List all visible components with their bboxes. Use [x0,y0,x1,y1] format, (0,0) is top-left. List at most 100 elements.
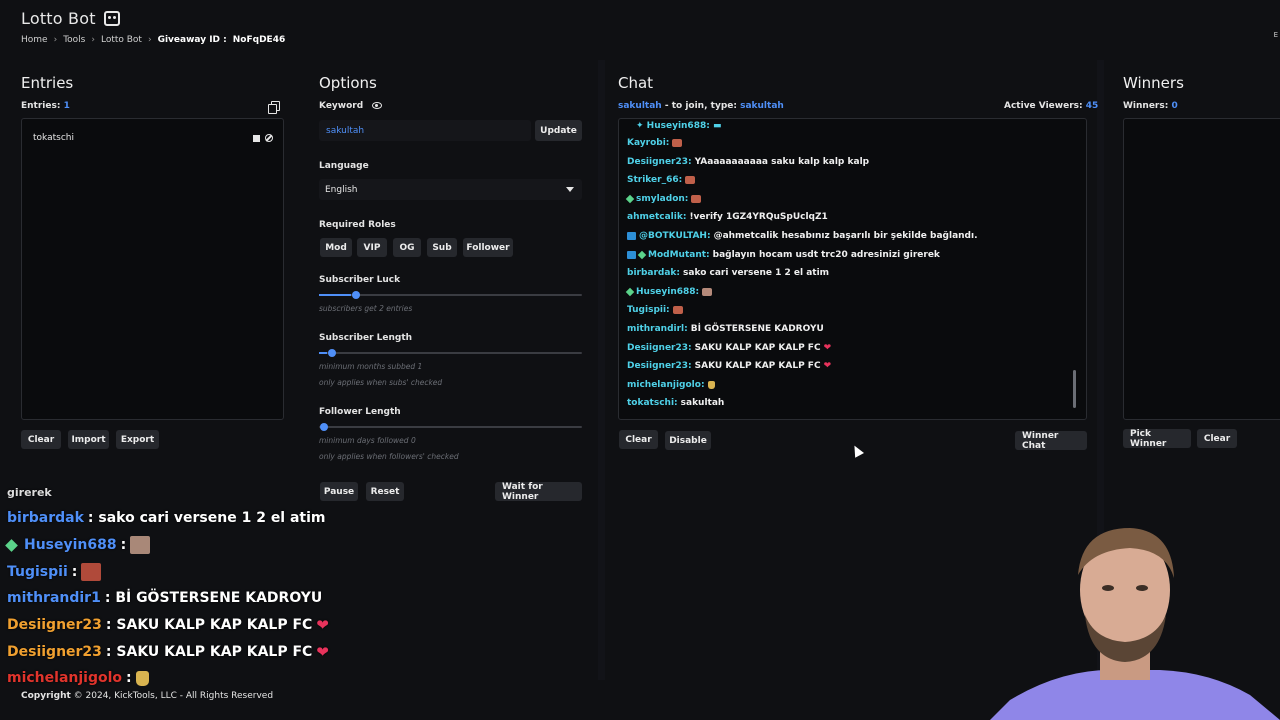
chat-username[interactable]: michelanjigolo: [627,380,705,390]
winners-count-line: Winners: 0 [1123,101,1178,111]
entries-export-button[interactable]: Export [116,430,159,449]
slider-thumb[interactable] [320,423,328,431]
follower-length-slider[interactable] [319,423,582,431]
slider-fill [319,352,327,354]
chat-text: YAaaaaaaaaaa saku kalp kalp kalp [694,157,870,167]
heart-icon: ❤ [823,361,832,371]
keyword-label: Keyword [319,101,364,111]
sub-luck-slider[interactable] [319,291,582,299]
language-select[interactable]: English [319,179,582,200]
overlay-text: : Bİ GÖSTERSENE KADROYU [104,590,323,606]
chat-message: Tugispii: [627,305,683,315]
slider-thumb[interactable] [351,291,360,299]
viewers-label: Active Viewers: [1004,101,1083,111]
role-follower-toggle[interactable]: Follower [463,238,513,257]
keyword-input[interactable]: sakultah [319,120,531,141]
breadcrumb-lotto-bot[interactable]: Lotto Bot [101,35,142,45]
chat-message: birbardak: sako cari versene 1 2 el atim [627,268,829,278]
chat-disable-button[interactable]: Disable [665,431,711,450]
cat-emote-icon [702,288,713,296]
chat-username[interactable]: @BOTKULTAH: [639,231,711,241]
wait-for-winner-button[interactable]: Wait for Winner [495,482,582,502]
options-title: Options [319,74,377,92]
overlay-username: Huseyin688 [24,537,117,553]
chat-message: Desiigner23: YAaaaaaaaaaa saku kalp kalp… [627,157,869,167]
chat-username[interactable]: ahmetcalik: [627,212,686,222]
chat-username[interactable]: Desiigner23: [627,361,692,371]
overlay-chat-line: mithrandir1 : Bİ GÖSTERSENE KADROYU [7,590,322,606]
entries-count-label: Entries: [21,101,61,111]
gem-badge-icon [5,538,18,552]
follower-length-hint-1: minimum days followed 0 [319,436,416,445]
chat-username[interactable]: Huseyin688: [636,287,699,297]
overlay-chat-line: michelanjigolo : [7,670,149,686]
chat-username[interactable]: mithrandirl: [627,324,688,334]
winners-count-label: Winners: [1123,101,1169,111]
follower-length-hint-2: only applies when followers' checked [319,452,459,461]
chat-message: Kayrobi: [627,138,683,148]
emote-icon [81,563,102,581]
chat-username[interactable]: birbardak: [627,268,680,278]
chat-clear-button[interactable]: Clear [619,430,658,449]
entries-title: Entries [21,74,74,92]
chat-text: sakultah [680,398,725,408]
winners-clear-button[interactable]: Clear [1197,429,1237,448]
overlay-username: mithrandir1 [7,590,101,606]
robot-icon [103,11,120,26]
caret-down-icon [566,187,574,192]
gem-badge-icon [625,194,635,204]
sub-length-slider[interactable] [319,349,582,357]
role-sub-toggle[interactable]: Sub [427,238,457,257]
chat-text: sako cari versene 1 2 el atim [683,268,830,278]
chat-username[interactable]: smyladon: [636,194,688,204]
breadcrumb-tools[interactable]: Tools [63,35,85,45]
chat-partial-line: ✦ Huseyin688: ▬ [636,121,722,131]
chat-join-text: - to join, type: [664,101,737,111]
entry-username: tokatschi [33,133,74,143]
pause-button[interactable]: Pause [320,482,358,501]
square-icon[interactable] [253,134,260,142]
heart-icon: ❤ [316,616,329,634]
chevron-right-icon: › [91,35,95,45]
mouse-cursor-icon [850,443,864,458]
pick-winner-button[interactable]: Pick Winner [1123,429,1191,449]
edge-letter: E [1273,31,1278,39]
chat-username[interactable]: Striker_66: [627,175,682,185]
chat-username[interactable]: Desiigner23: [627,157,692,167]
role-og-toggle[interactable]: OG [393,238,421,257]
copy-icon[interactable] [268,101,280,114]
app-title-text: Lotto Bot [21,9,96,28]
eye-icon[interactable] [372,102,382,109]
ban-icon[interactable] [265,134,273,142]
overlay-text: : sako cari versene 1 2 el atim [87,510,326,526]
entries-import-button[interactable]: Import [68,430,109,449]
chat-scrollbar[interactable] [1073,370,1076,408]
chat-username[interactable]: ModMutant: [648,250,710,260]
update-button[interactable]: Update [535,120,582,141]
chat-username[interactable]: Tugispii: [627,305,670,315]
winner-chat-button[interactable]: Winner Chat [1015,431,1087,451]
overlay-chat-line: Desiigner23 : SAKU KALP KAP KALP FC ❤ [7,643,329,661]
money-bag-icon [707,381,715,389]
overlay-text: : [71,564,78,580]
chat-username[interactable]: tokatschi: [627,398,678,408]
slider-thumb[interactable] [327,349,336,357]
chat-join-keyword: sakultah [740,101,784,111]
chat-message: michelanjigolo: [627,380,715,390]
language-value: English [325,184,358,195]
breadcrumb-giveaway-id: NoFqDE46 [232,35,286,45]
overlay-username: Desiigner23 [7,644,102,660]
chat-username[interactable]: Kayrobi: [627,138,669,148]
chat-username[interactable]: Desiigner23: [627,343,692,353]
entries-clear-button[interactable]: Clear [21,430,61,449]
footer: Copyright © 2024, KickTools, LLC - All R… [21,691,273,701]
role-mod-toggle[interactable]: Mod [320,238,352,257]
breadcrumb-home[interactable]: Home [21,35,48,45]
reset-button[interactable]: Reset [366,482,404,501]
emote-icon [672,306,683,314]
chat-text: SAKU KALP KAP KALP FC [694,343,821,353]
chat-message: Desiigner23: SAKU KALP KAP KALP FC ❤ [627,361,831,371]
role-vip-toggle[interactable]: VIP [357,238,387,257]
chat-title: Chat [618,74,654,92]
chevron-right-icon: › [147,35,152,45]
